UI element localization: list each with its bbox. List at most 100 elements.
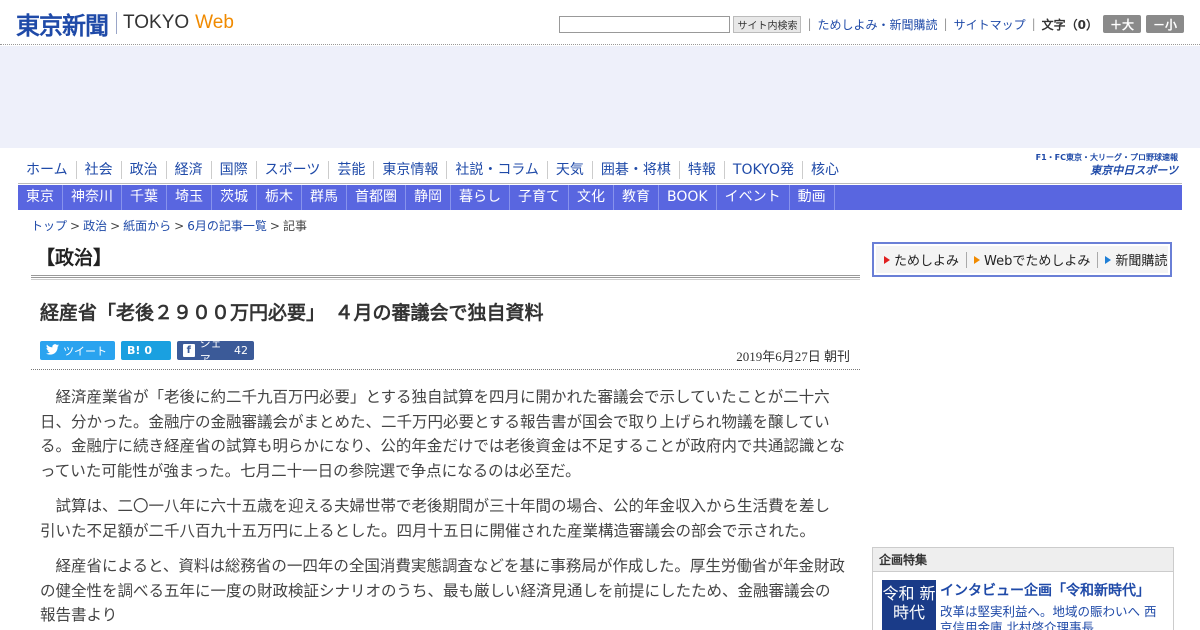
region-item-shutoken[interactable]: 首都圏: [347, 185, 406, 210]
nav-item-weather[interactable]: 天気: [546, 161, 592, 179]
breadcrumb-separator: >: [269, 219, 280, 233]
article-body: 経済産業省が「老後に約二千九百万円必要」とする独自試算を四月に開かれた審議会で示…: [40, 385, 845, 630]
region-item-kanagawa[interactable]: 神奈川: [63, 185, 122, 210]
web-trial-read-label: Webでためしよみ: [984, 254, 1091, 269]
nav-item-tokyo-info[interactable]: 東京情報: [373, 161, 446, 179]
breadcrumb-top[interactable]: トップ: [31, 219, 67, 233]
feature-box: 企画特集 令和 新時代 インタビュー企画「令和新時代」 改革は堅実利益へ。地域の…: [872, 547, 1174, 630]
twitter-bird-icon: [46, 343, 59, 358]
divider: |: [943, 17, 948, 31]
region-item-book[interactable]: BOOK: [659, 185, 717, 210]
trial-subscribe-link[interactable]: ためしよみ・新聞購読: [818, 16, 938, 33]
breadcrumb-separator: >: [110, 219, 121, 233]
nav-item-core[interactable]: 核心: [801, 161, 847, 179]
region-item-video[interactable]: 動画: [790, 185, 835, 210]
region-item-event[interactable]: イベント: [717, 185, 790, 210]
region-item-ibaraki[interactable]: 茨城: [212, 185, 257, 210]
logo-web: Web: [195, 12, 234, 33]
breadcrumb-from-paper[interactable]: 紙面から: [123, 219, 171, 233]
site-logo[interactable]: 東京新聞 TOKYO Web: [16, 9, 234, 40]
divider: [966, 251, 968, 268]
section-title: 【政治】: [36, 247, 113, 269]
region-item-childcare[interactable]: 子育て: [510, 185, 569, 210]
sitemap-link[interactable]: サイトマップ: [954, 16, 1026, 33]
nav-item-sports[interactable]: スポーツ: [255, 161, 329, 179]
nav-item-entertainment[interactable]: 芸能: [328, 161, 373, 179]
region-item-gunma[interactable]: 群馬: [302, 185, 347, 210]
advertisement-area: [0, 46, 1200, 148]
article-paragraph: 経産省によると、資料は総務省の一四年の全国消費実態調査などを基に事務局が作成した…: [40, 557, 845, 624]
breadcrumb-politics[interactable]: 政治: [83, 219, 107, 233]
breadcrumb-separator: >: [174, 219, 185, 233]
nav-item-home[interactable]: ホーム: [18, 161, 76, 179]
header-tools: サイト内検索 | ためしよみ・新聞購読 | サイトマップ | 文字（0） ＋大 …: [559, 14, 1184, 34]
region-item-culture[interactable]: 文化: [569, 185, 614, 210]
article-date: 2019年6月27日 朝刊: [736, 349, 850, 364]
trial-read-link[interactable]: ためしよみ: [884, 250, 959, 269]
article-paragraph: 試算は、二〇一八年に六十五歳を迎える夫婦世帯で老後期間が三十年間の場合、公的年金…: [40, 497, 831, 540]
breadcrumb-current: 記事: [282, 219, 307, 233]
article-headline: 経産省「老後２９００万円必要」 ４月の審議会で独自資料: [40, 302, 544, 324]
nav-item-economy[interactable]: 経済: [165, 161, 211, 179]
font-size-label: 文字（0）: [1041, 17, 1098, 32]
region-nav: 東京 神奈川 千葉 埼玉 茨城 栃木 群馬 首都圏 静岡 暮らし 子育て 文化 …: [18, 185, 1182, 210]
subscribe-label: 新聞購読: [1115, 254, 1168, 269]
facebook-share-label: シェア: [199, 336, 222, 366]
facebook-share-count: 42: [234, 344, 248, 357]
facebook-icon: f: [183, 344, 195, 357]
logo-japanese: 東京新聞: [16, 10, 109, 40]
feature-title-link[interactable]: インタビュー企画「令和新時代」: [940, 580, 1150, 600]
subscribe-link[interactable]: 新聞購読: [1105, 250, 1167, 269]
article-divider: [31, 369, 860, 370]
nav-item-politics[interactable]: 政治: [120, 161, 166, 179]
red-triangle-icon: [884, 255, 890, 264]
subscription-links-box: ためしよみ Webでためしよみ 新聞購読: [872, 242, 1172, 277]
nav-item-go-shogi[interactable]: 囲碁・将棋: [591, 161, 679, 179]
divider: |: [1031, 17, 1036, 31]
tweet-button[interactable]: ツイート: [40, 341, 115, 360]
tweet-label: ツイート: [63, 344, 107, 358]
nav-item-society[interactable]: 社会: [75, 161, 121, 179]
hatena-count: 0: [144, 344, 153, 357]
breadcrumb-separator: >: [70, 219, 81, 233]
blue-triangle-icon: [1105, 255, 1112, 264]
region-item-education[interactable]: 教育: [614, 185, 659, 210]
site-search-input[interactable]: [559, 15, 731, 33]
chunichi-sports-promo[interactable]: F1・FC東京・大リーグ・プロ野球速報 東京中日スポーツ: [1028, 153, 1178, 177]
site-search-button[interactable]: サイト内検索: [733, 15, 802, 33]
divider: [1097, 251, 1099, 268]
section-divider: [31, 275, 860, 280]
site-header: 東京新聞 TOKYO Web サイト内検索 | ためしよみ・新聞購読 | サイト…: [0, 0, 1200, 45]
nav-item-editorial[interactable]: 社説・コラム: [446, 161, 547, 179]
facebook-share-button[interactable]: f シェア 42: [177, 337, 254, 366]
hatena-bookmark-icon: B!: [127, 344, 141, 357]
nav-item-special[interactable]: 特報: [678, 161, 724, 179]
web-trial-read-link[interactable]: Webでためしよみ: [974, 250, 1090, 269]
font-smaller-button[interactable]: －小: [1146, 15, 1184, 33]
logo-divider: [116, 12, 117, 34]
hatena-bookmark-button[interactable]: B! 0: [121, 341, 171, 360]
region-item-chiba[interactable]: 千葉: [122, 185, 167, 210]
feature-thumbnail[interactable]: 令和 新時代: [882, 580, 936, 630]
divider: |: [807, 17, 812, 31]
breadcrumb-june-list[interactable]: 6月の記事一覧: [187, 219, 267, 233]
feature-heading: 企画特集: [873, 548, 1173, 572]
global-nav: ホーム 社会 政治 経済 国際 スポーツ 芸能 東京情報 社説・コラム 天気 囲…: [18, 154, 1182, 184]
region-item-saitama[interactable]: 埼玉: [167, 185, 212, 210]
region-item-living[interactable]: 暮らし: [451, 185, 510, 210]
promo-tagline: F1・FC東京・大リーグ・プロ野球速報: [1035, 153, 1178, 162]
trial-read-label: ためしよみ: [894, 254, 960, 269]
article-paragraph: 経済産業省が「老後に約二千九百万円必要」とする独自試算を四月に開かれた審議会で示…: [40, 388, 845, 480]
region-item-shizuoka[interactable]: 静岡: [406, 185, 451, 210]
font-larger-button[interactable]: ＋大: [1103, 15, 1141, 33]
region-item-tokyo[interactable]: 東京: [18, 185, 63, 210]
region-item-tochigi[interactable]: 栃木: [257, 185, 302, 210]
breadcrumb: トップ > 政治 > 紙面から >6月の記事一覧 > 記事: [31, 217, 307, 234]
share-buttons: ツイート B! 0 f シェア 42: [40, 337, 260, 366]
nav-item-international[interactable]: 国際: [210, 161, 256, 179]
logo-tokyo: TOKYO: [123, 12, 190, 33]
promo-brand: 東京中日スポーツ: [1090, 164, 1178, 177]
orange-triangle-icon: [974, 255, 981, 264]
nav-item-tokyo-hatsu[interactable]: TOKYO発: [723, 161, 802, 179]
feature-subtitle-link[interactable]: 改革は堅実利益へ。地域の賑わいへ 西京信用金庫 北村啓介理事長: [940, 604, 1168, 630]
